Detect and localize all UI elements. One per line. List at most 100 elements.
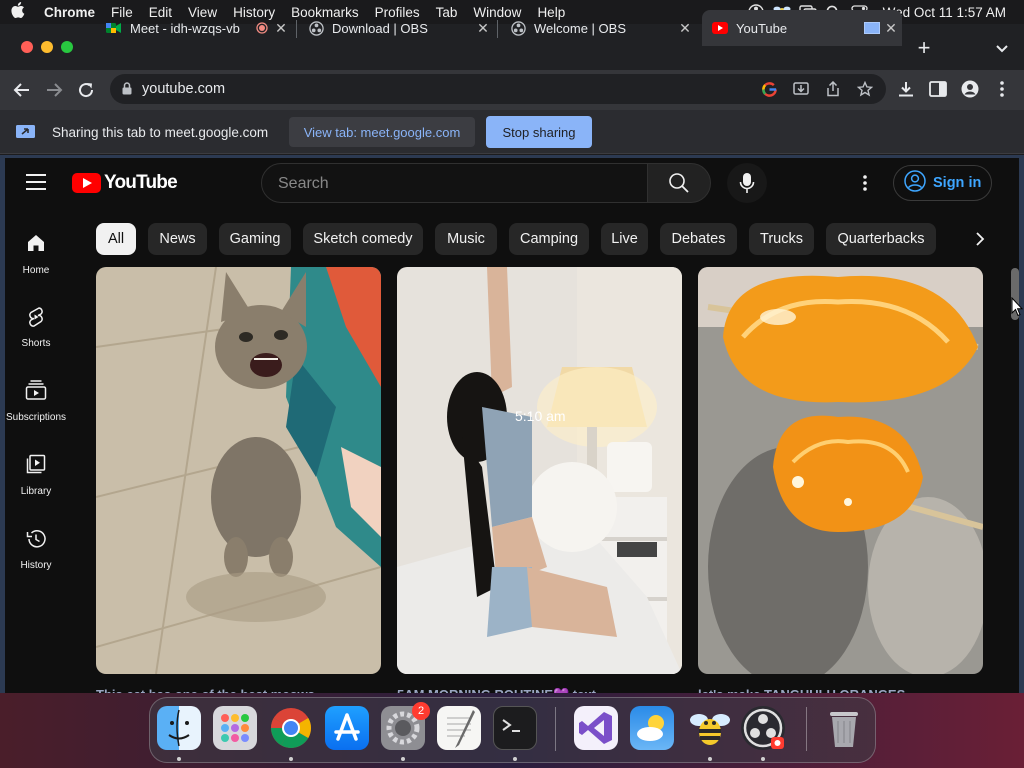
tab-close-icon[interactable]: ✕: [674, 20, 696, 37]
tab-welcome-obs[interactable]: Welcome | OBS ✕: [500, 10, 696, 46]
new-tab-button[interactable]: +: [912, 36, 936, 60]
tab-download-obs[interactable]: Download | OBS ✕: [298, 10, 494, 46]
dock-visual-studio[interactable]: [574, 706, 618, 750]
chip-debates[interactable]: Debates: [660, 223, 737, 255]
tab-close-icon[interactable]: ✕: [880, 20, 902, 37]
tab-close-icon[interactable]: ✕: [472, 20, 494, 37]
tab-divider: [497, 20, 498, 38]
notification-badge: 2: [412, 702, 430, 720]
dock-chrome[interactable]: [269, 706, 313, 750]
dock-finder[interactable]: [157, 706, 201, 750]
window-close-button[interactable]: [21, 41, 33, 53]
nav-home[interactable]: Home: [5, 233, 67, 276]
running-indicator: [401, 757, 405, 761]
search-button[interactable]: [647, 163, 711, 203]
dock-app-store[interactable]: [325, 706, 369, 750]
dock-launchpad[interactable]: [213, 706, 257, 750]
launchpad-grid-icon: [221, 714, 249, 742]
obs-icon: [743, 708, 784, 749]
terminal-icon: [502, 719, 520, 732]
tab-youtube[interactable]: YouTube ✕: [702, 10, 902, 46]
view-tab-button[interactable]: View tab: meet.google.com: [289, 117, 475, 147]
nav-library[interactable]: Library: [5, 454, 67, 497]
youtube-logo[interactable]: YouTube: [72, 172, 178, 194]
tab-search-chevron-icon[interactable]: [992, 38, 1012, 58]
video-thumbnail-cat[interactable]: [96, 267, 381, 674]
search-box[interactable]: [261, 163, 648, 203]
bookmark-star-icon[interactable]: [856, 80, 874, 98]
subscriptions-icon: [5, 380, 67, 404]
downloads-icon[interactable]: [895, 78, 917, 100]
chip-music[interactable]: Music: [435, 223, 497, 255]
guide-menu-icon[interactable]: [26, 174, 46, 190]
reload-button[interactable]: [74, 78, 98, 102]
stop-sharing-button[interactable]: Stop sharing: [486, 116, 592, 148]
history-icon: [5, 528, 67, 552]
dock-weather[interactable]: [630, 706, 674, 750]
chips-next-chevron-icon[interactable]: [968, 227, 992, 251]
video-thumbnail-tanghulu[interactable]: [698, 267, 983, 674]
share-icon[interactable]: [824, 80, 842, 98]
apple-menu-icon[interactable]: [0, 2, 36, 22]
library-icon: [5, 454, 67, 478]
video-thumbnail-morning-routine[interactable]: 5:10 am: [397, 267, 682, 674]
chip-all[interactable]: All: [96, 223, 136, 255]
nav-shorts[interactable]: Shorts: [5, 306, 67, 349]
microphone-icon: [739, 173, 755, 193]
google-lens-icon[interactable]: [760, 80, 778, 98]
chip-live[interactable]: Live: [601, 223, 648, 255]
tab-meet[interactable]: Meet - idh-wzqs-vb ✕: [96, 10, 292, 46]
window-minimize-button[interactable]: [41, 41, 53, 53]
chip-quarterbacks[interactable]: Quarterbacks: [826, 223, 936, 255]
dock-terminal[interactable]: [493, 706, 537, 750]
dock-obs[interactable]: [741, 706, 785, 750]
settings-kebab-icon[interactable]: [855, 171, 875, 195]
chrome-icon: [271, 708, 311, 748]
install-app-icon[interactable]: [792, 80, 810, 98]
dock-trash[interactable]: [822, 706, 866, 750]
chip-news[interactable]: News: [148, 223, 207, 255]
bee-icon: [690, 714, 730, 745]
nav-subscriptions[interactable]: Subscriptions: [5, 380, 67, 423]
sign-in-button[interactable]: Sign in: [893, 165, 992, 201]
menu-app-name[interactable]: Chrome: [36, 5, 103, 20]
youtube-icon: [712, 20, 728, 36]
running-indicator: [708, 757, 712, 761]
voice-search-button[interactable]: [727, 163, 767, 203]
back-button[interactable]: [10, 78, 34, 102]
nav-history[interactable]: History: [5, 528, 67, 571]
weather-icon: [637, 715, 664, 741]
lock-icon[interactable]: [122, 82, 132, 100]
dock-bee[interactable]: [688, 706, 732, 750]
app-store-icon: [334, 713, 360, 741]
side-panel-icon[interactable]: [927, 78, 949, 100]
dock-separator: [555, 707, 556, 751]
youtube-wordmark: YouTube: [104, 172, 178, 193]
forward-button[interactable]: [42, 78, 66, 102]
window-zoom-button[interactable]: [61, 41, 73, 53]
chip-sketch-comedy[interactable]: Sketch comedy: [303, 223, 423, 255]
nav-label: Shorts: [21, 338, 51, 349]
tab-title: Welcome | OBS: [534, 20, 626, 36]
search-input[interactable]: [278, 173, 618, 195]
chrome-menu-icon[interactable]: [991, 78, 1013, 100]
tab-title: YouTube: [736, 20, 788, 36]
chip-trucks[interactable]: Trucks: [749, 223, 814, 255]
profile-avatar-icon[interactable]: [959, 78, 981, 100]
address-bar[interactable]: youtube.com: [110, 74, 886, 104]
home-icon: [5, 233, 67, 257]
dock-separator: [806, 707, 807, 751]
screen-share-icon: [16, 124, 36, 145]
tab-sharing-infobar: Sharing this tab to meet.google.com View…: [0, 110, 1024, 154]
dock-textedit[interactable]: [437, 706, 481, 750]
nav-label: Home: [22, 265, 50, 276]
chip-gaming[interactable]: Gaming: [219, 223, 291, 255]
youtube-play-icon: [72, 173, 101, 193]
nav-label: Library: [20, 486, 52, 497]
sign-in-label: Sign in: [933, 175, 982, 191]
tab-divider: [296, 20, 297, 38]
account-circle-icon: [904, 170, 926, 196]
tab-close-icon[interactable]: ✕: [270, 20, 292, 37]
tab-title: Meet - idh-wzqs-vb: [130, 20, 240, 36]
chip-camping[interactable]: Camping: [509, 223, 589, 255]
